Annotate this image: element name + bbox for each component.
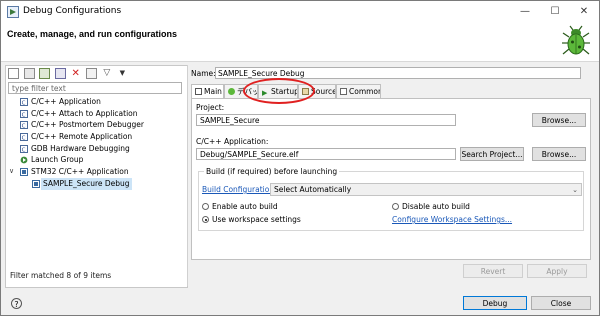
- debug-configurations-window: Debug Configurations — ☐ ✕ Create, manag…: [0, 0, 600, 316]
- chevron-down-icon[interactable]: ∨: [9, 166, 17, 177]
- title-bar: Debug Configurations — ☐ ✕: [1, 1, 599, 23]
- c-app-icon: C: [20, 121, 28, 130]
- tree-item-gdb-hardware[interactable]: C GDB Hardware Debugging: [6, 143, 187, 155]
- svg-text:C: C: [22, 124, 26, 130]
- tab-common[interactable]: Common: [336, 84, 381, 98]
- filter-status: Filter matched 8 of 9 items: [10, 271, 112, 280]
- build-configuration-link[interactable]: Build Configuration:: [202, 185, 277, 194]
- project-label: Project:: [196, 103, 225, 112]
- stm32-icon: [20, 168, 28, 177]
- delete-icon[interactable]: ✕: [70, 68, 81, 79]
- launch-group-icon: [20, 157, 28, 164]
- build-group-title: Build (if required) before launching: [204, 167, 340, 176]
- apply-button[interactable]: Apply: [527, 264, 587, 278]
- tab-main[interactable]: Main: [191, 84, 224, 98]
- svg-text:C: C: [22, 112, 26, 118]
- main-tab-panel: Project: SAMPLE_Secure Browse... C/C++ A…: [191, 98, 591, 260]
- c-app-icon: C: [20, 98, 28, 106]
- close-window-button[interactable]: ✕: [570, 3, 598, 21]
- disable-auto-build-label: Disable auto build: [402, 202, 470, 211]
- close-button[interactable]: Close: [531, 296, 591, 310]
- c-app-icon: C: [20, 133, 28, 142]
- configuration-tree: C C/C++ Application C C/C++ Attach to Ap…: [6, 96, 187, 190]
- pane-sash[interactable]: [187, 65, 188, 286]
- filter-input[interactable]: type filter text: [8, 82, 182, 94]
- tree-item-launch-group[interactable]: Launch Group: [6, 154, 187, 166]
- project-field[interactable]: SAMPLE_Secure: [196, 114, 456, 126]
- tree-item-sample-secure-debug[interactable]: SAMPLE_Secure Debug: [6, 177, 187, 190]
- configure-workspace-link[interactable]: Configure Workspace Settings...: [392, 215, 512, 224]
- svg-text:C: C: [22, 100, 26, 106]
- debug-button[interactable]: Debug: [463, 296, 527, 310]
- build-configuration-select[interactable]: Select Automatically ⌄: [270, 183, 582, 196]
- configuration-tree-pane: ✕ ▽ ▼ type filter text C C/C++ Applicati…: [5, 65, 188, 288]
- startup-tab-highlight: [243, 78, 315, 104]
- c-app-icon: C: [20, 144, 28, 153]
- header-title: Create, manage, and run configurations: [7, 29, 178, 39]
- browse-application-button[interactable]: Browse...: [532, 147, 586, 161]
- disable-auto-build-radio[interactable]: [392, 203, 399, 210]
- application-field[interactable]: Debug/SAMPLE_Secure.elf: [196, 148, 456, 160]
- tree-toolbar: ✕ ▽ ▼: [8, 68, 130, 80]
- browse-project-button[interactable]: Browse...: [532, 113, 586, 127]
- debugger-tab-icon: [228, 88, 235, 95]
- svg-text:C: C: [22, 147, 26, 153]
- app-icon: [7, 6, 19, 18]
- help-icon[interactable]: ?: [11, 298, 22, 309]
- name-field[interactable]: SAMPLE_Secure Debug: [215, 67, 581, 79]
- enable-auto-build-radio[interactable]: [202, 203, 209, 210]
- application-label: C/C++ Application:: [196, 137, 269, 146]
- minimize-button[interactable]: —: [511, 3, 539, 21]
- collapse-all-icon[interactable]: [85, 68, 97, 79]
- new-prototype-icon[interactable]: [23, 68, 35, 79]
- export-icon[interactable]: [39, 68, 51, 79]
- bug-icon: [562, 25, 590, 55]
- config-icon: [32, 179, 40, 188]
- tree-item-c-remote[interactable]: C C/C++ Remote Application: [6, 131, 187, 143]
- tree-item-c-attach[interactable]: C C/C++ Attach to Application: [6, 108, 187, 120]
- window-title: Debug Configurations: [23, 6, 122, 16]
- duplicate-icon[interactable]: [54, 68, 66, 79]
- search-project-button[interactable]: Search Project...: [460, 147, 524, 161]
- c-app-icon: C: [20, 109, 28, 118]
- enable-auto-build-label: Enable auto build: [212, 202, 278, 211]
- name-label: Name:: [191, 69, 216, 78]
- main-tab-icon: [195, 88, 202, 95]
- revert-button[interactable]: Revert: [463, 264, 523, 278]
- view-menu-icon[interactable]: ▼: [117, 68, 128, 79]
- tree-item-stm32-application[interactable]: ∨ STM32 C/C++ Application: [6, 166, 187, 178]
- use-workspace-settings-label: Use workspace settings: [212, 215, 301, 224]
- new-config-icon[interactable]: [8, 68, 19, 79]
- svg-text:C: C: [22, 135, 26, 141]
- filter-icon[interactable]: ▽: [101, 68, 112, 79]
- chevron-down-icon: ⌄: [572, 186, 578, 194]
- tree-item-c-application[interactable]: C C/C++ Application: [6, 96, 187, 108]
- dialog-header: Create, manage, and run configurations: [1, 23, 599, 62]
- common-tab-icon: [340, 88, 347, 95]
- tree-item-c-postmortem[interactable]: C C/C++ Postmortem Debugger: [6, 119, 187, 131]
- maximize-button[interactable]: ☐: [541, 3, 569, 21]
- use-workspace-settings-radio[interactable]: [202, 216, 209, 223]
